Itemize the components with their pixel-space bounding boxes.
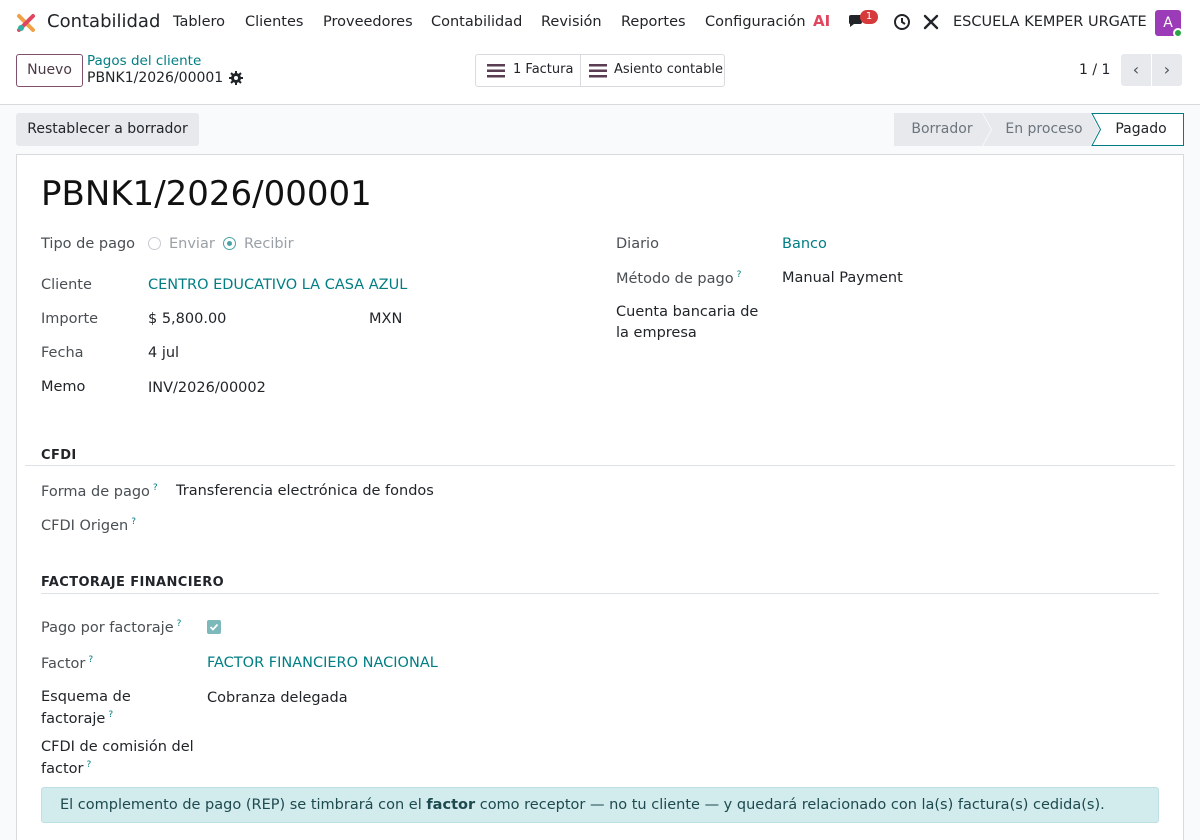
pager-previous-button[interactable]: ‹ [1121, 54, 1151, 86]
alert-text-bold: factor [426, 797, 476, 813]
clock-icon[interactable] [893, 13, 911, 31]
page-title: PBNK1/2026/00001 [41, 174, 372, 214]
factor-label-text: Factor [41, 655, 86, 672]
journal-field[interactable]: Banco [782, 236, 827, 252]
stage-draft[interactable]: Borrador [894, 113, 990, 146]
date-field[interactable]: 4 jul [148, 345, 179, 361]
stage-in-process[interactable]: En proceso [992, 113, 1096, 146]
status-bar: Borrador En proceso Pagado [894, 113, 1184, 146]
amount-label: Importe [41, 311, 99, 327]
comision-label-line1: CFDI de comisión del [41, 739, 194, 755]
tools-icon[interactable] [922, 13, 940, 31]
factoraje-divider [41, 593, 1159, 594]
cfdi-origen-label: CFDI Origen? [41, 517, 136, 534]
payment-method-label: Método de pago? [616, 270, 741, 287]
menu-clientes[interactable]: Clientes [245, 14, 303, 30]
help-icon[interactable]: ? [737, 270, 742, 280]
menu-tablero[interactable]: Tablero [173, 14, 225, 30]
help-icon[interactable]: ? [153, 483, 158, 493]
help-icon[interactable]: ? [177, 619, 182, 629]
menu-revision[interactable]: Revisión [541, 14, 602, 30]
breadcrumb-current: PBNK1/2026/00001 [87, 70, 224, 86]
cfdi-origen-label-text: CFDI Origen [41, 517, 129, 534]
alert-text-after: como receptor — no tu cliente — y quedar… [475, 797, 1105, 813]
alert-text-before: El complemento de pago (REP) se timbrará… [60, 797, 427, 813]
forma-pago-label: Forma de pago? [41, 483, 158, 500]
amount-field[interactable]: $ 5,800.00 [148, 311, 226, 327]
new-button[interactable]: Nuevo [16, 54, 83, 87]
esquema-field[interactable]: Cobranza delegada [207, 690, 348, 706]
menu-configuracion[interactable]: Configuración [705, 14, 806, 30]
forma-pago-label-text: Forma de pago [41, 483, 150, 500]
help-icon[interactable]: ? [131, 517, 136, 527]
company-switcher[interactable]: ESCUELA KEMPER URGATE [953, 14, 1147, 30]
memo-label: Memo [41, 379, 86, 395]
chevron-left-icon: ‹ [1132, 60, 1140, 79]
invoice-smart-label: 1 Factura [513, 62, 574, 77]
pager-next-button[interactable]: › [1152, 54, 1182, 86]
reset-to-draft-button[interactable]: Restablecer a borrador [16, 113, 199, 146]
control-panel: Nuevo Pagos del cliente PBNK1/2026/00001… [0, 45, 1200, 105]
bank-account-label-line1: Cuenta bancaria de [616, 304, 759, 320]
invoice-smart-button[interactable]: 1 Factura [476, 55, 580, 86]
help-icon[interactable]: ? [86, 760, 91, 770]
chat-count-badge: 1 [860, 10, 878, 24]
payment-method-field[interactable]: Manual Payment [782, 270, 903, 286]
factor-label: Factor? [41, 655, 93, 672]
memo-field[interactable]: INV/2026/00002 [148, 380, 266, 396]
help-icon[interactable]: ? [88, 655, 93, 665]
radio-recibir-label[interactable]: Recibir [244, 236, 294, 252]
pago-factoraje-checkbox[interactable] [207, 620, 221, 634]
pago-factoraje-label: Pago por factoraje? [41, 619, 181, 636]
date-label: Fecha [41, 345, 84, 361]
payment-type-label: Tipo de pago [41, 236, 136, 252]
help-icon[interactable]: ? [108, 710, 113, 720]
menu-contabilidad[interactable]: Contabilidad [431, 14, 522, 30]
esquema-label-line2: factoraje? [41, 710, 113, 727]
list-icon [487, 64, 505, 78]
pago-factoraje-label-text: Pago por factoraje [41, 619, 174, 636]
ai-button[interactable]: AI [813, 12, 830, 30]
customer-field[interactable]: CENTRO EDUCATIVO LA CASA AZUL [148, 277, 407, 293]
journal-entry-smart-label: Asiento contable [614, 62, 723, 77]
chevron-right-icon: › [1163, 60, 1171, 79]
radio-recibir[interactable] [223, 237, 236, 250]
journal-label: Diario [616, 236, 659, 252]
list-icon [589, 64, 607, 78]
esquema-label-line2-text: factoraje [41, 710, 106, 727]
journal-entry-smart-button[interactable]: Asiento contable [581, 55, 724, 86]
radio-enviar[interactable] [148, 237, 161, 250]
payment-method-label-text: Método de pago [616, 270, 734, 287]
customer-label: Cliente [41, 277, 92, 293]
cfdi-divider [25, 465, 1175, 466]
menu-proveedores[interactable]: Proveedores [323, 14, 413, 30]
forma-pago-field[interactable]: Transferencia electrónica de fondos [176, 483, 434, 499]
factor-field[interactable]: FACTOR FINANCIERO NACIONAL [207, 655, 438, 671]
gear-icon[interactable] [229, 71, 243, 85]
bank-account-label-line2: la empresa [616, 325, 697, 341]
app-name[interactable]: Contabilidad [47, 11, 160, 32]
cfdi-heading: CFDI [41, 448, 77, 463]
top-navbar: Contabilidad Tablero Clientes Proveedore… [0, 0, 1200, 45]
esquema-label-line1: Esquema de [41, 689, 131, 705]
comision-label-line2-text: factor [41, 760, 84, 777]
breadcrumb-parent[interactable]: Pagos del cliente [87, 53, 201, 69]
currency-field[interactable]: MXN [369, 311, 402, 327]
comision-label-line2: factor? [41, 760, 91, 777]
smart-buttons: 1 Factura Asiento contable [475, 54, 725, 87]
radio-enviar-label[interactable]: Enviar [169, 236, 215, 252]
stage-paid[interactable]: Pagado [1100, 113, 1182, 146]
factoraje-heading: FACTORAJE FINANCIERO [41, 575, 225, 590]
pager-value[interactable]: 1 / 1 [1079, 62, 1110, 78]
checkbox-icon [209, 623, 219, 631]
online-status-dot [1173, 28, 1183, 38]
info-alert: El complemento de pago (REP) se timbrará… [41, 787, 1159, 823]
app-logo-icon[interactable] [16, 13, 36, 33]
menu-reportes[interactable]: Reportes [621, 14, 686, 30]
